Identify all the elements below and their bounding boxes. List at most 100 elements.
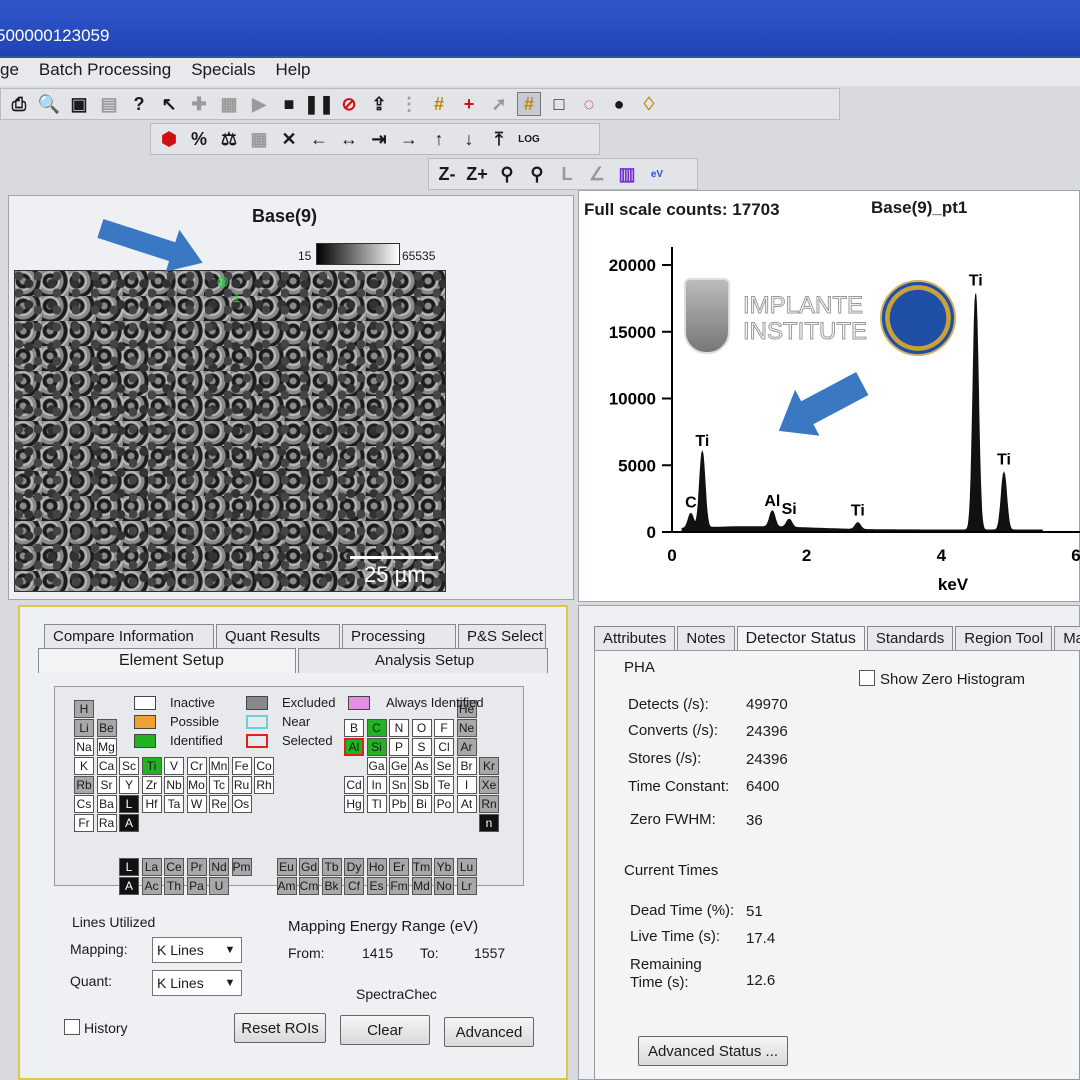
element-cell-ra[interactable]: Ra xyxy=(96,814,117,832)
context-help-icon[interactable]: ↖ xyxy=(157,92,181,116)
element-cell-ge[interactable]: Ge xyxy=(389,757,409,775)
element-cell-si[interactable]: Si xyxy=(366,738,387,756)
element-cell-sn[interactable]: Sn xyxy=(389,776,409,794)
element-icon[interactable]: ⬢ xyxy=(157,127,181,151)
arrow-left-icon[interactable]: ← xyxy=(307,127,331,151)
element-cell-hg[interactable]: Hg xyxy=(344,795,364,813)
element-cell-nd[interactable]: Nd xyxy=(209,858,229,876)
element-cell-l[interactable]: L xyxy=(119,795,139,813)
element-cell-br[interactable]: Br xyxy=(456,757,477,775)
quant-lines-select[interactable]: K Lines ▼ xyxy=(152,970,242,996)
element-cell-os[interactable]: Os xyxy=(231,795,252,813)
print-preview-icon[interactable]: 🔍 xyxy=(37,92,61,116)
element-cell-a[interactable]: A xyxy=(119,877,139,895)
zoom-out-icon[interactable]: ⚲ xyxy=(525,162,549,186)
point-grid-icon[interactable]: # xyxy=(427,92,451,116)
expand-horizontal-icon[interactable]: ↔ xyxy=(337,127,361,151)
element-cell-dy[interactable]: Dy xyxy=(344,858,364,876)
element-cell-co[interactable]: Co xyxy=(254,757,274,775)
contract-horizontal-icon[interactable]: ⇥ xyxy=(367,127,391,151)
camera-icon[interactable]: ▣ xyxy=(67,92,91,116)
element-cell-s[interactable]: S xyxy=(411,738,432,756)
menu-item-image[interactable]: ge xyxy=(0,60,19,86)
element-cell-be[interactable]: Be xyxy=(96,719,117,737)
tab-ps-select[interactable]: P&S Select xyxy=(458,624,546,648)
element-cell-ne[interactable]: Ne xyxy=(456,719,477,737)
element-cell-pr[interactable]: Pr xyxy=(186,858,207,876)
element-cell-er[interactable]: Er xyxy=(389,858,409,876)
tab-notes[interactable]: Notes xyxy=(677,626,735,651)
menu-item-help[interactable]: Help xyxy=(275,60,310,86)
line-tool-icon[interactable]: L xyxy=(555,162,579,186)
tab-mat[interactable]: Mat xyxy=(1054,626,1080,651)
element-cell-na[interactable]: Na xyxy=(74,738,94,756)
element-cell-i[interactable]: I xyxy=(456,776,477,794)
point-marker-icon[interactable]: ⊕ xyxy=(216,272,229,292)
element-cell-cm[interactable]: Cm xyxy=(299,877,319,895)
zoom-in-icon[interactable]: ⚲ xyxy=(495,162,519,186)
advanced-status-button[interactable]: Advanced Status ... xyxy=(638,1036,788,1066)
element-cell-ga[interactable]: Ga xyxy=(366,757,387,775)
play-icon[interactable]: ▶ xyxy=(247,92,271,116)
element-cell-pm[interactable]: Pm xyxy=(231,858,252,876)
element-cell-sc[interactable]: Sc xyxy=(119,757,139,775)
element-cell-as[interactable]: As xyxy=(411,757,432,775)
element-cell-ac[interactable]: Ac xyxy=(141,877,162,895)
spectrum-bars-icon[interactable]: ▥ xyxy=(615,162,639,186)
element-cell-se[interactable]: Se xyxy=(434,757,454,775)
element-cell-gd[interactable]: Gd xyxy=(299,858,319,876)
element-cell-rn[interactable]: Rn xyxy=(479,795,499,813)
element-cell-no[interactable]: No xyxy=(434,877,454,895)
table-icon[interactable]: ▦ xyxy=(247,127,271,151)
element-cell-mg[interactable]: Mg xyxy=(96,738,117,756)
element-cell-c[interactable]: C xyxy=(366,719,387,737)
element-cell-b[interactable]: B xyxy=(344,719,364,737)
element-cell-mn[interactable]: Mn xyxy=(209,757,229,775)
element-cell-fr[interactable]: Fr xyxy=(74,814,94,832)
element-cell-l[interactable]: L xyxy=(119,858,139,876)
element-cell-ca[interactable]: Ca xyxy=(96,757,117,775)
sem-image[interactable] xyxy=(14,270,446,592)
pause-icon[interactable]: ❚❚ xyxy=(304,92,334,116)
marker-icon[interactable]: ♢ xyxy=(637,92,661,116)
export-icon[interactable]: ⇪ xyxy=(367,92,391,116)
percent-icon[interactable]: % xyxy=(187,127,211,151)
element-cell-tb[interactable]: Tb xyxy=(321,858,342,876)
element-cell-rh[interactable]: Rh xyxy=(254,776,274,794)
history-checkbox[interactable] xyxy=(64,1019,80,1035)
arrow-top-icon[interactable]: ⤒ xyxy=(487,127,511,151)
element-cell-nb[interactable]: Nb xyxy=(164,776,184,794)
tab-quant-results[interactable]: Quant Results xyxy=(216,624,340,648)
element-cell-in[interactable]: In xyxy=(366,776,387,794)
element-cell-n[interactable]: n xyxy=(479,814,499,832)
element-cell-ba[interactable]: Ba xyxy=(96,795,117,813)
element-cell-y[interactable]: Y xyxy=(119,776,139,794)
advanced-button[interactable]: Advanced xyxy=(444,1017,534,1047)
element-cell-la[interactable]: La xyxy=(141,858,162,876)
element-cell-k[interactable]: K xyxy=(74,757,94,775)
element-cell-es[interactable]: Es xyxy=(366,877,387,895)
element-cell-v[interactable]: V xyxy=(164,757,184,775)
pointer-icon[interactable]: ➚ xyxy=(487,92,511,116)
tab-region-tool[interactable]: Region Tool xyxy=(955,626,1053,651)
quant-icon[interactable]: ⚖ xyxy=(217,127,241,151)
element-cell-zr[interactable]: Zr xyxy=(141,776,162,794)
to-value[interactable]: 1557 xyxy=(474,945,505,961)
close-spectrum-icon[interactable]: ✕ xyxy=(277,127,301,151)
dot-icon[interactable]: ● xyxy=(607,92,631,116)
element-cell-lu[interactable]: Lu xyxy=(456,858,477,876)
element-cell-rb[interactable]: Rb xyxy=(74,776,94,794)
freehand-icon[interactable]: ◌ xyxy=(577,92,601,116)
tab-detector-status[interactable]: Detector Status xyxy=(736,626,865,651)
copy-icon[interactable]: ▤ xyxy=(97,92,121,116)
element-cell-ho[interactable]: Ho xyxy=(366,858,387,876)
element-cell-pa[interactable]: Pa xyxy=(186,877,207,895)
element-cell-md[interactable]: Md xyxy=(411,877,432,895)
arrow-up-icon[interactable]: ↑ xyxy=(427,127,451,151)
element-cell-lr[interactable]: Lr xyxy=(456,877,477,895)
ev-icon[interactable]: eV xyxy=(645,162,669,186)
element-cell-f[interactable]: F xyxy=(434,719,454,737)
element-cell-sb[interactable]: Sb xyxy=(411,776,432,794)
ruler-icon[interactable]: ⋮ xyxy=(397,92,421,116)
element-cell-a[interactable]: A xyxy=(119,814,139,832)
